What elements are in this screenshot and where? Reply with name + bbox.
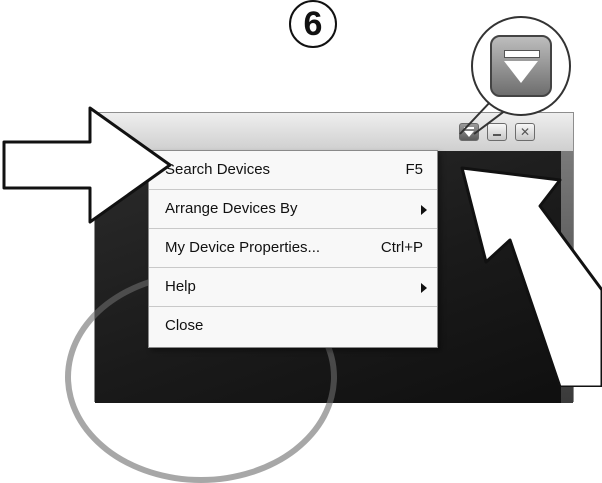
pointer-arrow-up-left: [460, 166, 602, 387]
menu-item-label: My Device Properties...: [165, 239, 321, 256]
menu-item-label: Arrange Devices By: [165, 200, 298, 217]
dropdown-triangle-icon: [490, 35, 552, 97]
menu-item-search-devices[interactable]: Search Devices F5: [149, 151, 437, 190]
pointer-arrow-left: [2, 106, 172, 224]
dropdown-menu: Search Devices F5 Arrange Devices By My …: [148, 150, 438, 348]
menu-item-shortcut: Ctrl+P: [380, 239, 423, 256]
menu-item-my-device-properties[interactable]: My Device Properties... Ctrl+P: [149, 229, 437, 268]
menu-item-label: Search Devices: [165, 161, 271, 178]
submenu-arrow-icon: [421, 205, 427, 215]
menu-item-label: Help: [165, 278, 196, 295]
menu-item-arrange-devices-by[interactable]: Arrange Devices By: [149, 190, 437, 229]
submenu-arrow-icon: [421, 283, 427, 293]
menu-item-help[interactable]: Help: [149, 268, 437, 307]
zoom-callout: [471, 16, 571, 116]
menu-item-close[interactable]: Close: [149, 307, 437, 346]
menu-item-shortcut: F5: [405, 161, 423, 178]
step-number-badge: 6: [289, 0, 337, 48]
menu-item-label: Close: [165, 317, 204, 334]
